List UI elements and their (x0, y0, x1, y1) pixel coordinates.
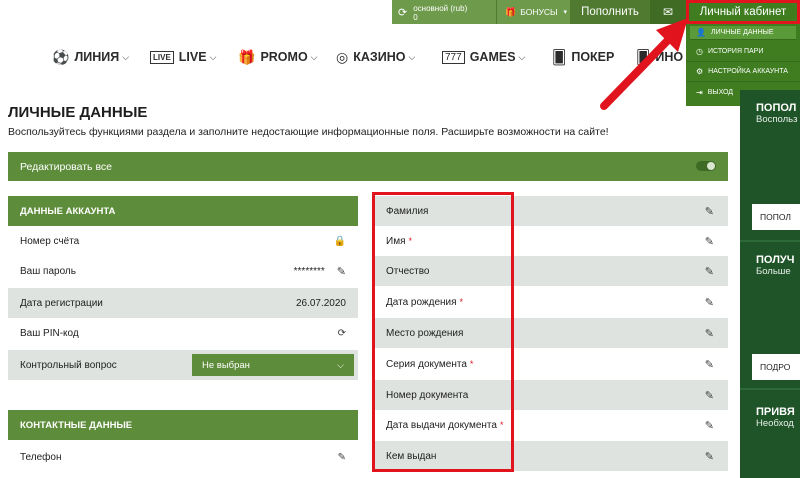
promo-title: ПРИВЯ (756, 406, 795, 418)
pencil-icon[interactable]: ✎ (338, 452, 346, 463)
edit-all-toggle[interactable] (696, 161, 716, 171)
dropdown-label: ИСТОРИЯ ПАРИ (707, 48, 764, 55)
chevron-down-icon: ⌵ (408, 51, 416, 62)
edit-all-label: Редактировать все (20, 160, 112, 173)
pencil-icon[interactable]: ✎ (337, 265, 346, 278)
pencil-icon[interactable]: ✎ (705, 389, 714, 402)
security-question-label: Контрольный вопрос (20, 359, 117, 371)
pencil-icon[interactable]: ✎ (705, 265, 714, 278)
nav-label: GAMES (469, 50, 516, 64)
promo-subtitle: Воспольз (756, 114, 798, 125)
promo-details-button[interactable]: ПОДРО (752, 354, 800, 380)
account-number-label: Номер счёта (20, 235, 80, 247)
promo-block-bonus: ПОЛУЧ Больше (740, 254, 800, 277)
nav-item-promo[interactable]: 🎁 PROMO ⌵ (238, 48, 318, 66)
slots-icon: 777 (442, 50, 465, 64)
logout-icon: ⇥ (696, 87, 703, 97)
divider (740, 388, 800, 390)
promo-sidebar: ПОПОЛ Воспольз ПОПОЛ ПОЛУЧ Больше ПОДРО … (740, 90, 800, 478)
nav-label: КАЗИНО (353, 50, 406, 64)
dropdown-item-personal-data[interactable]: 👤 ЛИЧНЫЕ ДАННЫЕ (690, 26, 796, 40)
pencil-icon[interactable]: ✎ (705, 450, 714, 463)
chevron-down-icon: ⌵ (122, 51, 130, 62)
reg-date-label: Дата регистрации (20, 297, 103, 309)
gears-icon: ⚙ (696, 67, 704, 76)
chevron-down-icon: ⌵ (310, 51, 318, 62)
chip-icon: ◎ (336, 48, 349, 65)
promo-block-link: ПРИВЯ Необход (740, 406, 800, 429)
gift-icon: 🎁 (238, 48, 256, 65)
account-balance: 0 (413, 13, 418, 22)
dropdown-item-bet-history[interactable]: ◷ ИСТОРИЯ ПАРИ (686, 42, 800, 62)
nav-label: PROMO (260, 50, 308, 64)
personal-cabinet-button[interactable]: Личный кабинет (686, 0, 800, 24)
contacts-section-heading: КОНТАКТНЫЕ ДАННЫЕ (8, 410, 358, 440)
chevron-down-icon: ⌵ (337, 359, 344, 370)
promo-title: ПОПОЛ (756, 102, 797, 114)
soccer-ball-icon: ⚽ (52, 48, 70, 65)
nav-item-games[interactable]: 777 GAMES ⌵ (442, 48, 525, 66)
security-question-value: Не выбран (202, 359, 250, 371)
pencil-icon[interactable]: ✎ (705, 235, 714, 248)
account-balance-text: основной (rub) 0 (413, 4, 467, 22)
reg-date-row: Дата регистрации 26.07.2020 (8, 288, 358, 318)
reg-date-value: 26.07.2020 (295, 297, 346, 309)
dropdown-label: ЛИЧНЫЕ ДАННЫЕ (710, 29, 774, 36)
promo-deposit-button[interactable]: ПОПОЛ (752, 204, 800, 230)
dropdown-item-account-settings[interactable]: ⚙ НАСТРОЙКА АККАУНТА (686, 62, 800, 82)
live-icon: LIVE (150, 50, 174, 64)
password-row: Ваш пароль ******** ✎ (8, 256, 358, 286)
clock-icon: ◷ (696, 47, 703, 56)
security-question-select[interactable]: Не выбран ⌵ (192, 354, 354, 376)
promo-block-deposit: ПОПОЛ Воспольз (740, 102, 800, 125)
page-subtitle: Воспользуйтесь функциями раздела и запол… (8, 126, 609, 138)
password-value: ******** (293, 265, 325, 277)
password-label: Ваш пароль (20, 265, 76, 277)
user-icon: 👤 (696, 28, 706, 37)
account-section-heading: ДАННЫЕ АККАУНТА (8, 196, 358, 226)
chevron-down-icon: ▾ (563, 9, 568, 16)
lock-icon: 🔒 (333, 235, 346, 247)
promo-subtitle: Необход (756, 418, 794, 429)
pencil-icon[interactable]: ✎ (705, 327, 714, 340)
account-type: основной (rub) (413, 4, 468, 13)
pencil-icon[interactable]: ✎ (705, 358, 714, 371)
chevron-down-icon: ⌵ (518, 51, 526, 62)
edit-all-bar: Редактировать все (8, 152, 728, 181)
bonus-menu[interactable]: 🎁 БОНУСЫ ▾ (496, 0, 570, 24)
account-balance-selector[interactable]: ⟳ основной (rub) 0 (392, 0, 496, 24)
pin-row: Ваш PIN-код ⟳ (8, 318, 358, 348)
chevron-down-icon: ⌵ (209, 51, 217, 62)
cards-icon: 🂠 (552, 48, 567, 65)
nav-label: ЛИНИЯ (74, 50, 120, 64)
phone-label: Телефон (20, 451, 62, 463)
red-arrow-annotation (600, 18, 688, 110)
personal-cabinet-label: Личный кабинет (699, 6, 787, 18)
pencil-icon[interactable]: ✎ (705, 205, 714, 218)
divider (740, 240, 800, 242)
phone-row: Телефон ✎ (8, 442, 358, 472)
nav-item-live[interactable]: LIVE LIVE ⌵ (150, 48, 216, 66)
promo-subtitle: Больше (756, 266, 791, 277)
page-title: ЛИЧНЫЕ ДАННЫЕ (8, 104, 148, 121)
promo-title: ПОЛУЧ (756, 254, 795, 266)
promo-button-label: ПОДРО (760, 362, 791, 372)
refresh-icon[interactable]: ⟳ (338, 328, 346, 339)
promo-button-label: ПОПОЛ (760, 212, 791, 222)
account-number-row: Номер счёта 🔒 (8, 226, 358, 256)
nav-item-line[interactable]: ⚽ ЛИНИЯ ⌵ (52, 48, 129, 66)
nav-item-casino[interactable]: ◎ КАЗИНО ⌵ (336, 48, 415, 66)
dropdown-label: ВЫХОД (707, 88, 734, 96)
bonus-label: БОНУСЫ (520, 7, 558, 17)
pencil-icon[interactable]: ✎ (705, 296, 714, 309)
gift-icon: 🎁 (505, 6, 517, 17)
pin-label: Ваш PIN-код (20, 327, 79, 339)
highlight-box (372, 192, 514, 472)
security-question-row: Контрольный вопрос Не выбран ⌵ (8, 350, 358, 380)
pencil-icon[interactable]: ✎ (705, 419, 714, 432)
nav-label: LIVE (178, 50, 207, 64)
refresh-icon[interactable]: ⟳ (398, 7, 407, 18)
dropdown-label: НАСТРОЙКА АККАУНТА (708, 68, 788, 75)
